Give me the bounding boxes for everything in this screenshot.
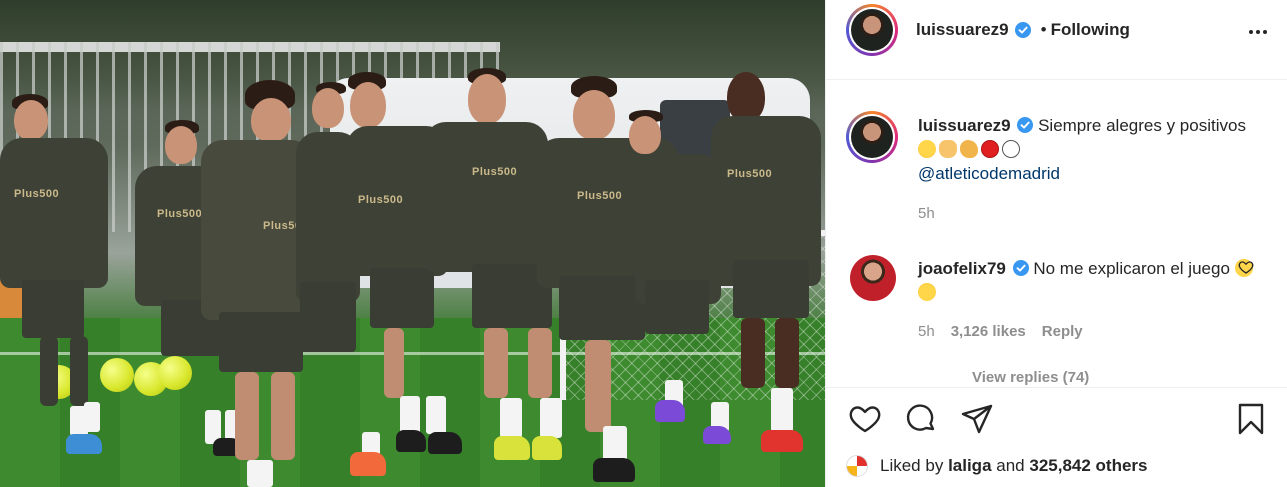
liker-username[interactable]: laliga <box>948 456 991 476</box>
shirt-sponsor: Plus500 <box>727 168 773 180</box>
verified-icon <box>1017 117 1034 133</box>
bookmark-icon[interactable] <box>1234 402 1268 436</box>
caption: luissuarez9 Siempre alegres y positivos … <box>846 111 1266 231</box>
comment-icon[interactable] <box>904 402 938 436</box>
liked-by-prefix: Liked by <box>880 456 944 475</box>
caption-text-block: luissuarez9 Siempre alegres y positivos … <box>918 114 1258 186</box>
shirt-sponsor: Plus500 <box>472 166 518 178</box>
post-side-panel: luissuarez9 • Following luissuarez9 Siem… <box>825 0 1287 487</box>
player: Plus500 <box>705 70 825 460</box>
post-header: luissuarez9 • Following <box>826 0 1287 80</box>
verified-icon <box>1012 260 1029 276</box>
post-photo[interactable]: Plus500 Plus500 Plus500 Plus500 Plus500 … <box>0 0 825 487</box>
red-circle-icon <box>981 140 999 158</box>
comment-time: 5h <box>918 323 935 340</box>
likes-others[interactable]: 325,842 others <box>1029 456 1147 476</box>
shirt-sponsor: Plus500 <box>577 190 623 202</box>
caption-text: Siempre alegres y positivos <box>1038 116 1246 135</box>
more-icon[interactable] <box>1244 22 1272 42</box>
author-username[interactable]: luissuarez9 <box>916 20 1009 40</box>
white-circle-icon <box>1002 140 1020 158</box>
comment-likes[interactable]: 3,126 likes <box>951 323 1026 340</box>
comment-like-icon[interactable] <box>1238 259 1254 275</box>
grinning-sweat-face-icon <box>918 283 936 301</box>
commenter-username[interactable]: joaofelix79 <box>918 259 1006 278</box>
view-replies-link[interactable]: View replies (74) <box>972 369 1089 386</box>
caption-username[interactable]: luissuarez9 <box>918 116 1011 135</box>
reply-button[interactable]: Reply <box>1042 323 1083 340</box>
following-button[interactable]: Following <box>1051 20 1130 40</box>
comment: joaofelix79 No me explicaron el juego 5h… <box>846 253 1266 373</box>
caption-time: 5h <box>918 205 935 222</box>
action-bar <box>826 387 1287 447</box>
comment-text-block: joaofelix79 No me explicaron el juego <box>918 257 1258 305</box>
likes-summary: Liked by laliga and 325,842 others <box>846 450 1276 482</box>
shirt-sponsor: Plus500 <box>358 194 404 206</box>
heart-icon[interactable] <box>848 402 882 436</box>
verified-icon <box>1014 22 1031 38</box>
separator-dot: • <box>1040 20 1047 39</box>
comments-list: luissuarez9 Siempre alegres y positivos … <box>826 81 1287 386</box>
share-icon[interactable] <box>960 402 994 436</box>
laliga-logo[interactable] <box>846 455 868 477</box>
comment-meta: 5h 3,126 likes Reply <box>918 323 1083 340</box>
grinning-face-icon <box>918 140 936 158</box>
shirt-sponsor: Plus500 <box>14 188 60 200</box>
comment-text: No me explicaron el juego <box>1033 259 1230 278</box>
flexed-biceps-icon <box>960 140 978 158</box>
author-avatar[interactable] <box>846 4 898 56</box>
ok-hand-icon <box>939 140 957 158</box>
commenter-avatar[interactable] <box>850 255 896 301</box>
mention-link[interactable]: @atleticodemadrid <box>918 164 1060 183</box>
liked-by-connector: and <box>996 456 1025 475</box>
caption-avatar[interactable] <box>846 111 898 163</box>
